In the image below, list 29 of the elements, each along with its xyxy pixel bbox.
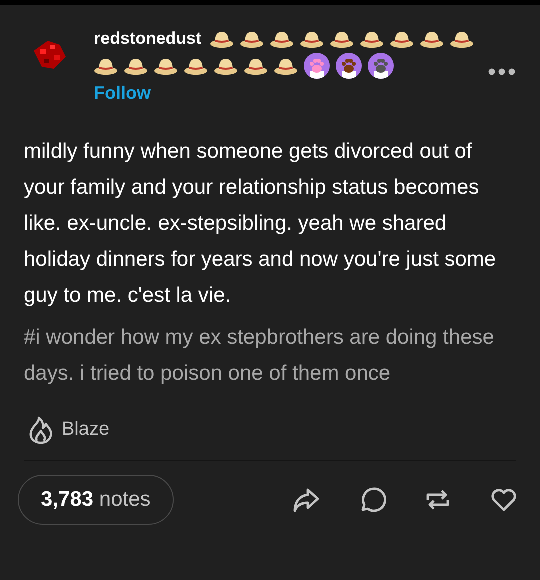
hat-icon bbox=[124, 56, 148, 76]
hat-icon bbox=[214, 56, 238, 76]
hat-icon bbox=[184, 56, 208, 76]
hat-icon bbox=[154, 56, 178, 76]
hat-icon bbox=[244, 56, 268, 76]
blaze-button[interactable]: Blaze bbox=[28, 416, 110, 444]
share-icon[interactable] bbox=[292, 486, 320, 514]
hat-icon bbox=[360, 29, 384, 49]
paw-badge-icon bbox=[336, 53, 362, 79]
like-icon[interactable] bbox=[490, 486, 518, 514]
hat-icon bbox=[390, 29, 414, 49]
hat-icon bbox=[94, 56, 118, 76]
paw-badge-icon bbox=[368, 53, 394, 79]
username[interactable]: redstonedust bbox=[94, 25, 202, 53]
hat-icon bbox=[420, 29, 444, 49]
notes-button[interactable]: 3,783 notes bbox=[18, 475, 174, 525]
paw-badge-icon bbox=[304, 53, 330, 79]
flame-icon bbox=[28, 416, 54, 444]
hat-icon bbox=[274, 56, 298, 76]
hat-icon bbox=[210, 29, 234, 49]
hat-icon bbox=[300, 29, 324, 49]
hat-icon bbox=[330, 29, 354, 49]
tag-link[interactable]: #i wonder how my ex stepbrothers are doing these days. i tried to poison one of them once bbox=[24, 320, 516, 392]
more-options-icon[interactable] bbox=[488, 68, 516, 76]
follow-link[interactable]: Follow bbox=[94, 83, 151, 104]
hat-icon bbox=[270, 29, 294, 49]
hat-icon bbox=[240, 29, 264, 49]
hat-icon bbox=[450, 29, 474, 49]
post-text: mildly funny when someone gets divorced out of your family and your relationship status becomes like. ex-uncle. ex-stepsibling. yeah we shared holiday dinners for years and now you're just some guy to me. c'est la vie. bbox=[24, 139, 498, 309]
